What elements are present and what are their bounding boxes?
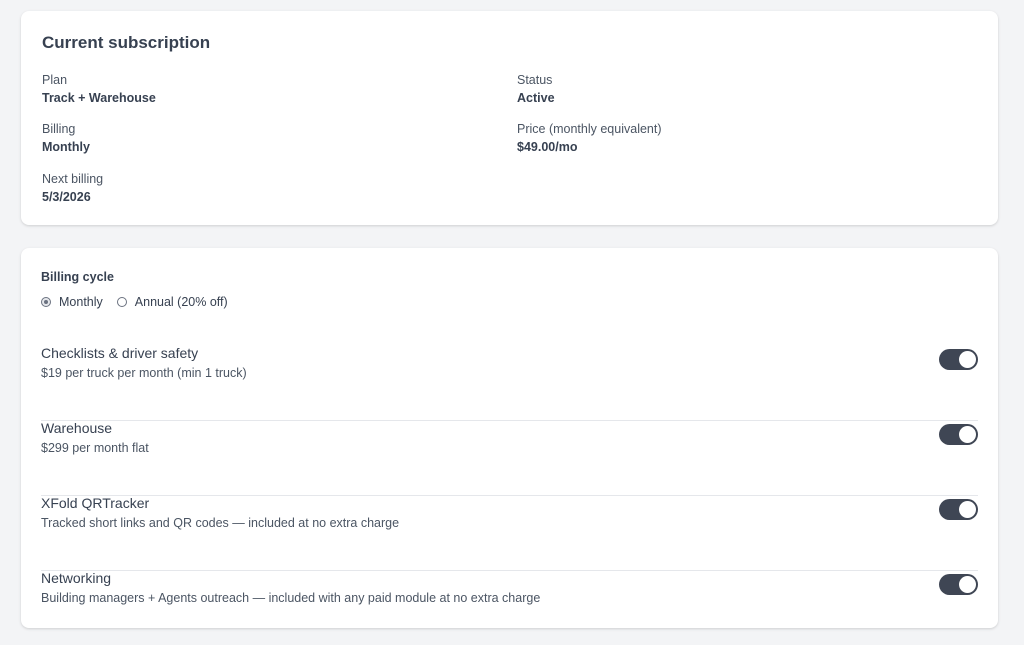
module-name: Networking: [41, 570, 112, 586]
status-value: Active: [517, 91, 555, 105]
monthly-radio[interactable]: [41, 297, 51, 307]
module-row-checklists: Checklists & driver safety $19 per truck…: [41, 345, 978, 421]
status-label: Status: [517, 73, 553, 87]
plan-label: Plan: [42, 73, 68, 87]
plan-field: Plan Track + Warehouse: [42, 72, 156, 106]
next-billing-value: 5/3/2026: [42, 190, 91, 204]
checklists-toggle[interactable]: [939, 349, 978, 370]
billing-cycle-label: Billing cycle: [41, 270, 114, 284]
module-description: Building managers + Agents outreach — in…: [41, 591, 541, 605]
toggle-knob: [959, 426, 976, 443]
module-name: Checklists & driver safety: [41, 345, 199, 361]
toggle-knob: [959, 576, 976, 593]
toggle-knob: [959, 351, 976, 368]
qrtracker-toggle[interactable]: [939, 499, 978, 520]
next-billing-label: Next billing: [42, 172, 104, 186]
annual-radio-label: Annual (20% off): [134, 295, 228, 309]
subscription-title: Current subscription: [42, 33, 211, 52]
warehouse-toggle[interactable]: [939, 424, 978, 445]
plan-value: Track + Warehouse: [42, 91, 156, 105]
billing-field: Billing Monthly: [42, 121, 90, 155]
module-row-qrtracker: XFold QRTracker Tracked short links and …: [41, 495, 978, 571]
module-name: XFold QRTracker: [41, 495, 150, 511]
toggle-knob: [959, 501, 976, 518]
monthly-radio-label: Monthly: [59, 295, 103, 309]
next-billing-field: Next billing 5/3/2026: [42, 171, 103, 205]
billing-label: Billing: [42, 122, 76, 136]
annual-radio[interactable]: [116, 297, 127, 307]
module-row-warehouse: Warehouse $299 per month flat: [41, 420, 978, 496]
price-label: Price (monthly equivalent): [517, 122, 662, 136]
module-row-networking: Networking Building managers + Agents ou…: [41, 570, 978, 645]
module-description: $19 per truck per month (min 1 truck): [41, 366, 247, 380]
price-value: $49.00/mo: [517, 140, 578, 154]
billing-cycle-monthly-option[interactable]: Monthly: [41, 295, 103, 309]
status-field: Status Active: [517, 72, 555, 106]
current-subscription-card: Current subscription Plan Track + Wareho…: [21, 11, 998, 225]
billing-cycle-annual-option[interactable]: Annual (20% off): [116, 295, 228, 309]
module-description: Tracked short links and QR codes — inclu…: [41, 516, 400, 530]
modules-card: Billing cycle Monthly Annual (20% off) C…: [21, 248, 998, 628]
billing-cycle-radio-group: Monthly Annual (20% off): [41, 295, 242, 309]
price-field: Price (monthly equivalent) $49.00/mo: [517, 121, 662, 155]
billing-value: Monthly: [42, 140, 90, 154]
module-description: $299 per month flat: [41, 441, 149, 455]
module-name: Warehouse: [41, 420, 113, 436]
networking-toggle[interactable]: [939, 574, 978, 595]
